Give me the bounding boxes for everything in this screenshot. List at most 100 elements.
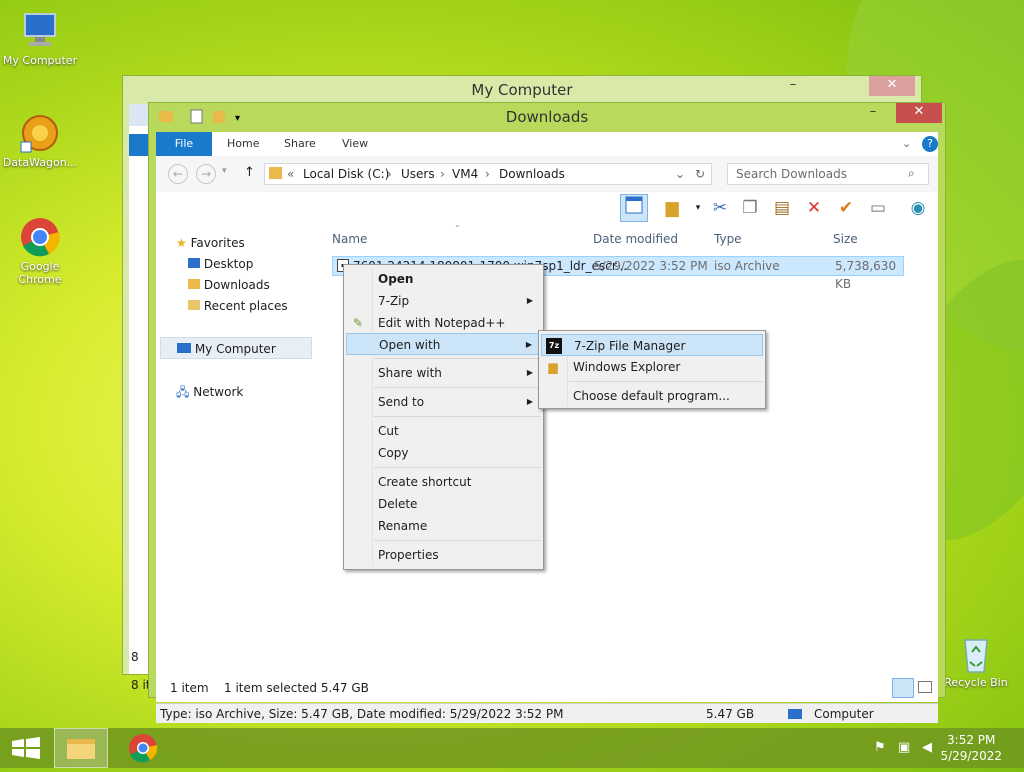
menu-item-delete[interactable]: Delete [346,493,541,515]
chevron-down-icon[interactable]: ⌄ [675,164,685,184]
delete-icon[interactable]: ✕ [800,194,828,222]
chevron-right-icon[interactable]: › [387,164,392,184]
column-header-date[interactable]: Date modified [593,232,678,246]
submenu-item-windows-explorer[interactable]: ▆ Windows Explorer [541,356,763,378]
help-icon[interactable]: ? [922,136,938,152]
close-button[interactable]: ✕ [869,76,915,96]
notepad-plus-plus-icon: ✎ [352,316,364,330]
nav-my-computer[interactable]: My Computer [160,337,312,359]
chevron-right-icon: ▶ [526,368,533,377]
menu-item-send-to[interactable]: Send to ▶ [346,391,541,413]
tab-view[interactable]: View [342,132,368,156]
menu-item-edit-notepad[interactable]: ✎ Edit with Notepad++ [346,312,541,334]
chevron-right-icon: ▶ [525,340,532,349]
cut-icon[interactable]: ✂ [706,194,734,222]
properties-folder-icon[interactable]: ▆ [658,194,686,222]
menu-item-7zip[interactable]: 7-Zip ▶ [346,290,541,312]
menu-item-open-with[interactable]: Open with ▶ [346,333,541,355]
preview-pane-icon[interactable] [620,194,648,222]
clock-date: 5/29/2022 [940,749,1002,763]
desktop-icon-my-computer[interactable]: My Computer [0,10,80,67]
menu-item-cut[interactable]: Cut [346,420,541,442]
paste-icon[interactable]: ▤ [768,194,796,222]
action-center-flag-icon[interactable]: ⚑ [874,740,886,755]
tab-file[interactable]: File [156,132,212,156]
checkmark-icon[interactable]: ✔ [832,194,860,222]
menu-item-properties[interactable]: Properties [346,544,541,566]
file-type: iso Archive [714,259,780,273]
chevron-right-icon[interactable]: › [440,164,445,184]
menu-item-create-shortcut[interactable]: Create shortcut [346,471,541,493]
up-icon[interactable]: ↑ [244,165,255,180]
breadcrumb-downloads[interactable]: Downloads [499,164,565,184]
start-button[interactable] [0,728,54,768]
forward-icon[interactable]: → [196,164,216,184]
computer-icon [788,709,802,719]
column-header-name[interactable]: Name [332,232,367,246]
chevron-right-icon[interactable]: › [485,164,490,184]
submenu-item-7zip-file-manager[interactable]: 7z 7-Zip File Manager [541,334,763,356]
breadcrumb-vm4[interactable]: VM4 [452,164,478,184]
recycle-bin-icon [955,632,997,674]
file-size: 5,738,630 KB [835,259,897,291]
menu-item-share-with[interactable]: Share with ▶ [346,362,541,384]
back-icon[interactable]: ← [168,164,188,184]
taskbar-file-explorer[interactable] [54,728,108,768]
nav-recent-places[interactable]: Recent places [188,299,288,313]
tab-home[interactable]: Home [227,132,259,156]
recent-locations-icon[interactable]: ▾ [222,166,227,176]
nav-downloads[interactable]: Downloads [188,278,270,292]
rename-icon[interactable]: ▭ [864,194,892,222]
desktop-icon-chrome[interactable]: Google Chrome [0,216,80,286]
minimize-button[interactable]: – [773,76,813,96]
computer-icon [19,10,61,52]
submenu-item-choose-default[interactable]: Choose default program... [541,385,763,407]
large-icons-view-icon[interactable] [918,681,932,693]
desktop-icon-datawagon[interactable]: DataWagon... [0,112,80,169]
taskbar-clock[interactable]: 3:52 PM 5/29/2022 [940,732,1002,764]
open-with-submenu: 7z 7-Zip File Manager ▆ Windows Explorer C… [538,330,766,409]
breadcrumb-overflow[interactable]: « [287,164,294,184]
details-location: Computer [814,707,874,721]
star-icon: ★ [176,236,187,250]
column-header-type[interactable]: Type [714,232,742,246]
breadcrumb-users[interactable]: Users [401,164,435,184]
menu-item-copy[interactable]: Copy [346,442,541,464]
refresh-icon[interactable]: ↻ [695,164,705,184]
minimize-button[interactable]: – [853,103,893,123]
details-bar: Type: iso Archive, Size: 5.47 GB, Date m… [156,703,938,723]
nav-desktop[interactable]: Desktop [188,257,253,271]
file-explorer-icon [67,739,95,759]
context-menu: Open 7-Zip ▶ ✎ Edit with Notepad++ Open wi… [343,264,544,570]
desktop-icon [188,258,200,268]
close-button[interactable]: ✕ [896,103,942,123]
tab-share[interactable]: Share [284,132,316,156]
desktop-icon-label: Google Chrome [18,260,62,286]
ribbon-expand-icon[interactable]: ⌄ [902,132,911,156]
desktop-icon-recycle-bin[interactable]: Recycle Bin [936,632,1016,689]
window-title: Downloads [505,108,589,126]
search-input[interactable]: Search Downloads [727,163,929,185]
volume-muted-icon[interactable]: ◀ [922,740,932,755]
nav-favorites[interactable]: ★ Favorites [176,236,245,250]
status-bar: 1 item 1 item selected 5.47 GB [156,674,938,702]
column-header-size[interactable]: Size [833,232,858,246]
windows-logo-icon [12,737,40,759]
menu-item-rename[interactable]: Rename [346,515,541,537]
selection-status: 1 item selected 5.47 GB [224,681,369,695]
datawagon-icon [19,112,61,154]
menu-item-open[interactable]: Open [346,268,541,290]
details-view-icon[interactable] [892,678,914,698]
address-area: ← → ▾ ↑ « Local Disk (C:) › Users › VM4 … [156,156,938,192]
globe-icon[interactable]: ◉ [904,194,932,222]
network-icon: 🖧 [176,385,190,399]
taskbar-chrome[interactable] [116,728,170,768]
clock-time: 3:52 PM [947,733,996,747]
nav-network[interactable]: 🖧 Network [176,383,243,404]
details-size: 5.47 GB [706,707,755,721]
address-bar[interactable]: « Local Disk (C:) › Users › VM4 › Downlo… [264,163,712,185]
desktop-icon-label: Recycle Bin [944,676,1008,689]
breadcrumb-local-disk[interactable]: Local Disk (C:) [303,164,389,184]
copy-icon[interactable]: ❐ [736,194,764,222]
network-status-icon[interactable]: ▣ [898,740,910,755]
